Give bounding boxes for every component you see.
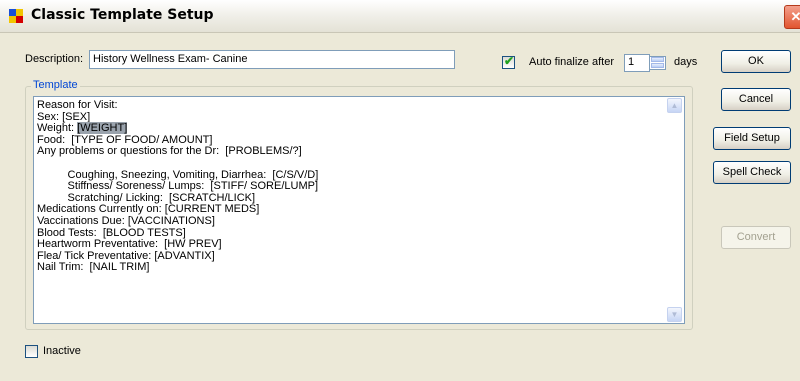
template-lines: Reason for Visit: Sex: [SEX] Weight: [WEIG… [37,99,657,274]
chevron-up-icon: ▲ [670,101,679,110]
ok-button[interactable]: OK [721,50,791,73]
template-line [37,158,657,170]
window-title: Classic Template Setup [31,7,214,23]
days-label: days [674,56,698,68]
inactive-checkbox[interactable] [25,345,38,358]
title-bar: Classic Template Setup ✕ [0,0,800,33]
scroll-down-button[interactable]: ▼ [667,307,682,322]
field-setup-button[interactable]: Field Setup [713,127,791,150]
template-line: Heartworm Preventative: [HW PREV] [37,238,222,251]
spin-down-icon[interactable] [651,63,664,68]
classic-template-setup-dialog: Classic Template Setup ✕ Description: Hi… [0,0,800,381]
template-line: Stiffness/ Soreness/ Lumps: [STIFF/ SORE… [37,180,318,193]
template-line: Sex: [SEX] [37,110,91,123]
close-button[interactable]: ✕ [784,5,800,29]
auto-finalize-checkbox[interactable]: ✔ [502,54,515,69]
template-line: Reason for Visit: [37,99,118,111]
checkmark-icon: ✔ [504,54,515,68]
app-icon [9,9,23,23]
inactive-label: Inactive [43,345,81,357]
spin-up-icon[interactable] [651,57,664,62]
description-label: Description: [25,53,84,65]
vertical-scrollbar[interactable]: ▲ ▼ [666,98,683,322]
description-input[interactable]: History Wellness Exam- Canine [89,50,455,69]
template-line: Vaccinations Due: [VACCINATIONS] [37,214,215,227]
auto-finalize-days-input[interactable]: 1 [624,54,650,72]
convert-button[interactable]: Convert [721,226,791,249]
cancel-button[interactable]: Cancel [721,88,791,111]
days-spinner[interactable] [649,56,666,70]
template-group-label: Template [31,79,80,91]
template-line: Any problems or questions for the Dr: [P… [37,145,302,158]
selected-field-token: [WEIGHT] [77,122,128,135]
scroll-up-button[interactable]: ▲ [667,98,682,113]
close-icon: ✕ [790,9,800,24]
auto-finalize-label: Auto finalize after [529,56,614,68]
template-textarea[interactable]: Reason for Visit: Sex: [SEX] Weight: [WEIG… [33,96,685,324]
spell-check-button[interactable]: Spell Check [713,161,791,184]
chevron-down-icon: ▼ [670,310,679,319]
template-line: Nail Trim: [NAIL TRIM] [37,261,150,274]
template-line-prefix: Weight: [37,122,78,135]
